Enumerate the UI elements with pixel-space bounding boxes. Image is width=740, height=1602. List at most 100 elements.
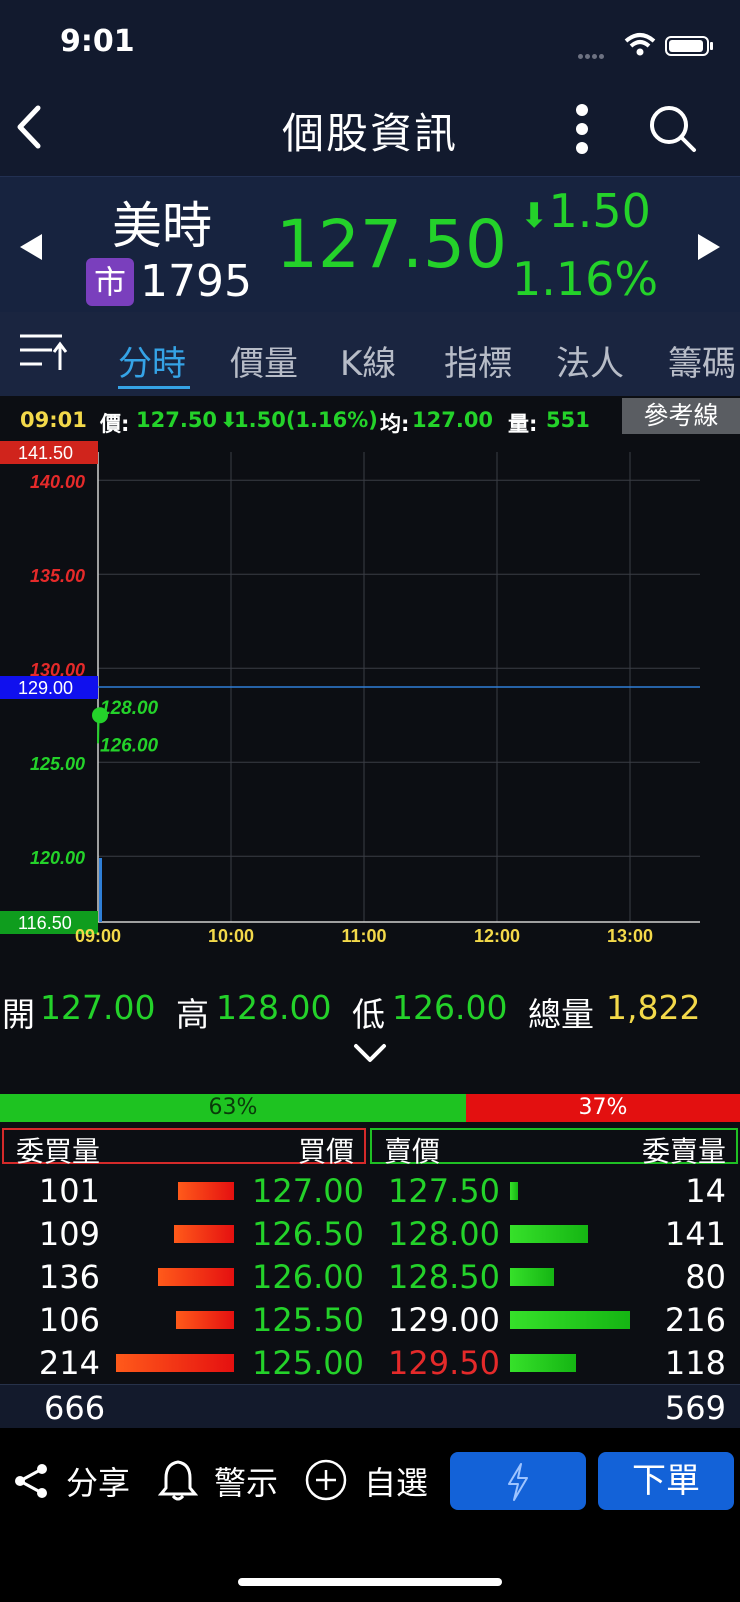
expand-chevron-icon[interactable] — [350, 1040, 390, 1066]
tab-intraday[interactable]: 分時 — [118, 336, 186, 385]
price-change-pct: 1.16% — [512, 252, 659, 306]
open-value: 127.00 — [40, 988, 156, 1027]
bid-price[interactable]: 126.00 — [252, 1258, 364, 1296]
order-button[interactable]: 下單 — [598, 1452, 734, 1510]
ask-qty: 216 — [664, 1301, 726, 1339]
more-icon[interactable] — [572, 104, 592, 154]
tab-kline[interactable]: K線 — [340, 336, 396, 385]
watchlist-label[interactable]: 自選 — [364, 1458, 428, 1504]
orderbook-row: 214 125.00 129.50 118 — [0, 1342, 740, 1384]
stock-price: 127.50 — [276, 206, 507, 283]
high-label: 128.00 — [100, 698, 159, 719]
y-tick-label: 135.00 — [30, 566, 85, 586]
bid-header: 委買量 買價 — [2, 1128, 366, 1168]
next-stock-icon[interactable] — [696, 232, 722, 262]
high-label: 高 — [176, 995, 209, 1034]
high-value: 128.00 — [216, 988, 332, 1027]
x-tick-label: 09:00 — [75, 926, 121, 946]
intraday-chart[interactable]: 140.00135.00130.00125.00120.00141.50129.… — [0, 440, 740, 960]
y-tick-label: 140.00 — [30, 472, 85, 492]
limit-down-label: 116.50 — [18, 913, 72, 933]
share-label[interactable]: 分享 — [66, 1458, 130, 1504]
tab-price-volume[interactable]: 價量 — [230, 336, 298, 385]
low-label: 低 — [352, 995, 385, 1034]
add-circle-icon[interactable] — [304, 1458, 348, 1502]
ask-qty: 141 — [664, 1215, 726, 1253]
tab-menu-icon[interactable] — [18, 330, 68, 374]
chart-avg-label: 均: — [380, 412, 410, 436]
ask-price[interactable]: 129.00 — [388, 1301, 500, 1339]
bid-qty: 101 — [38, 1172, 100, 1210]
search-icon[interactable] — [648, 104, 698, 154]
chart-change-value: 1.50(1.16%) — [234, 408, 378, 432]
wifi-icon — [624, 33, 656, 56]
stock-code: 1795 — [140, 256, 252, 307]
ask-header: 賣價 委賣量 — [370, 1128, 738, 1168]
ask-qty: 14 — [685, 1172, 726, 1210]
chart-price-value: 127.50 — [136, 408, 218, 432]
bid-qty: 214 — [38, 1344, 100, 1382]
bell-icon[interactable] — [158, 1458, 198, 1502]
bid-qty-bar — [158, 1268, 234, 1286]
chart-price-label: 價: — [100, 412, 130, 436]
stock-name: 美時 — [112, 197, 212, 255]
bid-qty-bar — [116, 1354, 234, 1372]
buy-sell-ratio-bar: 63% 37% — [0, 1094, 740, 1122]
ask-qty-bar — [510, 1268, 554, 1286]
bid-qty-bar — [174, 1225, 234, 1243]
bid-price[interactable]: 125.50 — [252, 1301, 364, 1339]
chart-time: 09:01 — [20, 408, 87, 432]
chart-avg-value: 127.00 — [412, 408, 494, 432]
bid-qty: 106 — [38, 1301, 100, 1339]
volume-bar — [99, 858, 102, 922]
orderbook-row: 101 127.00 127.50 14 — [0, 1170, 740, 1212]
reference-price-label: 129.00 — [18, 678, 73, 698]
chart-vol-value: 551 — [546, 408, 590, 432]
tab-indicators[interactable]: 指標 — [444, 336, 512, 385]
lightning-icon — [508, 1463, 528, 1501]
bid-price-header: 買價 — [297, 1135, 354, 1168]
ask-price[interactable]: 129.50 — [388, 1344, 500, 1382]
price-change-value: 1.50 — [548, 184, 651, 238]
orderbook-totals: 666 569 — [0, 1384, 740, 1429]
tab-institutional[interactable]: 法人 — [556, 336, 624, 385]
ohlc-summary: 開 127.00 高 128.00 低 126.00 總量 1,822 — [0, 988, 740, 1038]
ask-price[interactable]: 127.50 — [388, 1172, 500, 1210]
ask-total: 569 — [664, 1389, 726, 1427]
tab-chips[interactable]: 籌碼 — [668, 336, 736, 385]
ask-qty-header: 委賣量 — [641, 1135, 726, 1168]
reference-line-button[interactable]: 參考線 — [622, 398, 740, 434]
tab-active-indicator — [118, 386, 190, 389]
bid-qty-header: 委買量 — [16, 1135, 101, 1168]
signal-icon — [578, 44, 614, 59]
low-label: 126.00 — [100, 735, 159, 756]
x-tick-label: 11:00 — [341, 926, 386, 946]
bid-qty-bar — [178, 1182, 234, 1200]
bid-qty: 136 — [38, 1258, 100, 1296]
bid-price[interactable]: 125.00 — [252, 1344, 364, 1382]
prev-stock-icon[interactable] — [18, 232, 44, 262]
bid-qty: 109 — [38, 1215, 100, 1253]
orderbook-row: 136 126.00 128.50 80 — [0, 1256, 740, 1298]
x-tick-label: 10:00 — [208, 926, 254, 946]
ask-price[interactable]: 128.00 — [388, 1215, 500, 1253]
page-title: 個股資訊 — [281, 109, 458, 158]
quick-order-button[interactable] — [450, 1452, 586, 1510]
ask-qty-bar — [510, 1354, 576, 1372]
bid-price[interactable]: 126.50 — [252, 1215, 364, 1253]
alert-label[interactable]: 警示 — [214, 1458, 278, 1504]
bid-price[interactable]: 127.00 — [252, 1172, 364, 1210]
status-time: 9:01 — [60, 24, 135, 59]
x-tick-label: 12:00 — [474, 926, 520, 946]
ask-price[interactable]: 128.50 — [388, 1258, 500, 1296]
price-change: ⬇1.50 — [520, 184, 651, 238]
bid-qty-bar — [176, 1311, 234, 1329]
market-badge: 市 — [86, 258, 134, 306]
volume-label: 總量 — [528, 995, 594, 1034]
battery-icon — [665, 36, 713, 56]
share-icon[interactable] — [12, 1462, 50, 1500]
ask-qty-bar — [510, 1311, 630, 1329]
y-tick-label: 120.00 — [30, 848, 85, 868]
low-value: 126.00 — [392, 988, 508, 1027]
orderbook-row: 109 126.50 128.00 141 — [0, 1213, 740, 1255]
